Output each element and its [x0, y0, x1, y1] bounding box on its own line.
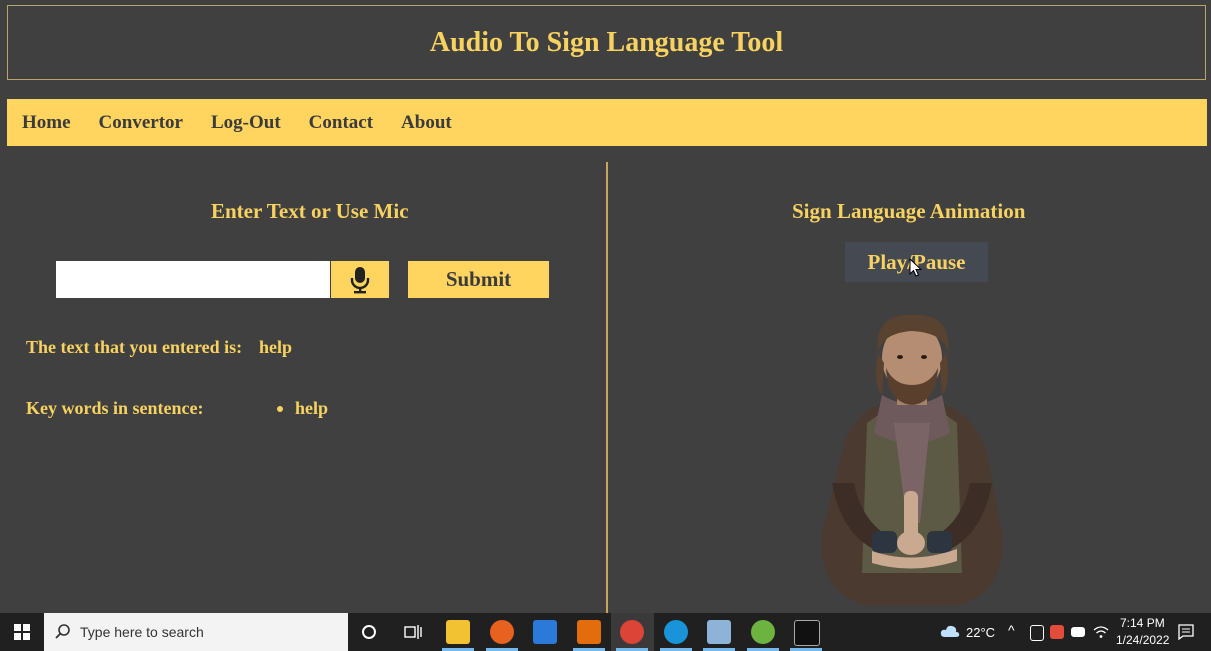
clock-date[interactable]: 1/24/2022 — [1116, 633, 1169, 647]
battery-icon[interactable] — [1071, 627, 1085, 637]
nav-contact[interactable]: Contact — [309, 112, 373, 134]
chevron-up-icon[interactable]: ^ — [1008, 622, 1015, 638]
taskbar-search[interactable]: Type here to search — [44, 613, 348, 651]
search-placeholder: Type here to search — [80, 624, 204, 640]
mouse-cursor-icon — [909, 258, 923, 277]
sign-language-avatar — [821, 314, 1003, 605]
microphone-icon — [350, 266, 370, 293]
chrome-icon[interactable] — [620, 620, 644, 644]
box-app-icon[interactable] — [707, 620, 731, 644]
app-tray-icon[interactable] — [1050, 625, 1064, 639]
input-heading: Enter Text or Use Mic — [211, 199, 409, 223]
green-app-icon[interactable] — [751, 620, 775, 644]
nav-convertor[interactable]: Convertor — [99, 112, 183, 134]
page-header: Audio To Sign Language Tool — [7, 5, 1206, 80]
weather-temp[interactable]: 22°C — [966, 625, 995, 640]
nav-about[interactable]: About — [401, 112, 452, 134]
task-view-icon[interactable] — [404, 624, 422, 640]
keyword-bullet — [277, 406, 283, 412]
cloud-weather-icon[interactable] — [940, 624, 960, 638]
windows-start-icon[interactable] — [14, 624, 30, 640]
keywords-label: Key words in sentence: — [26, 398, 204, 418]
mic-button[interactable] — [331, 261, 389, 298]
keyword-item: help — [295, 398, 329, 418]
clock-time[interactable]: 7:14 PM — [1120, 616, 1165, 630]
navbar: Home Convertor Log-Out Contact About — [7, 99, 1207, 146]
terminal-icon[interactable] — [794, 620, 820, 646]
file-explorer-icon[interactable] — [446, 620, 470, 644]
column-divider — [606, 162, 608, 613]
search-icon — [55, 624, 70, 639]
firefox-icon[interactable] — [490, 620, 514, 644]
store-icon[interactable] — [533, 620, 557, 644]
nav-home[interactable]: Home — [22, 112, 71, 134]
submit-button[interactable]: Submit — [408, 261, 549, 298]
taskbar: Type here to search 22°C ^ 7:14 PM 1/24/… — [0, 613, 1211, 651]
edge-icon[interactable] — [664, 620, 688, 644]
animation-heading: Sign Language Animation — [792, 199, 1026, 223]
entered-text-label: The text that you entered is: — [26, 337, 243, 357]
meet-icon[interactable] — [1030, 625, 1044, 641]
entered-text-value: help — [259, 337, 293, 357]
cortana-icon[interactable] — [361, 624, 377, 640]
search-app-icon[interactable] — [577, 620, 601, 644]
page-title: Audio To Sign Language Tool — [429, 26, 784, 58]
wifi-icon[interactable] — [1093, 625, 1109, 639]
notifications-icon[interactable] — [1178, 624, 1194, 640]
text-input[interactable] — [56, 261, 330, 298]
nav-logout[interactable]: Log-Out — [211, 112, 281, 134]
